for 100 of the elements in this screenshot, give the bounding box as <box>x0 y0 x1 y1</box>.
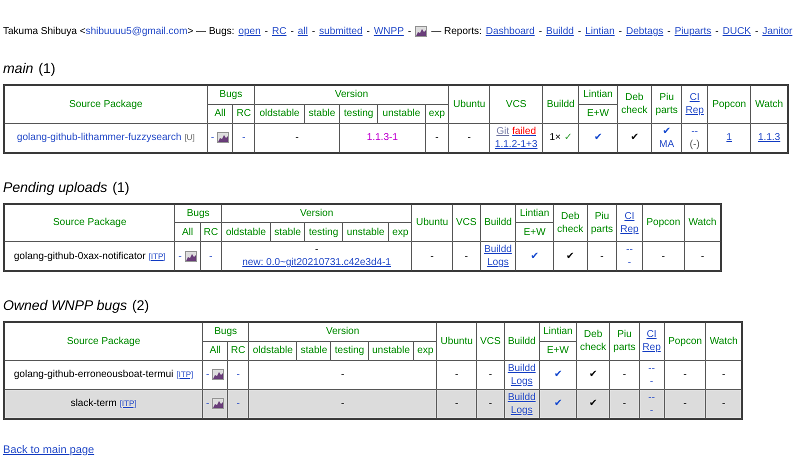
text: - <box>455 397 458 410</box>
check-mark: ✔ <box>566 250 574 262</box>
text: - <box>600 250 604 262</box>
section-count: (2) <box>132 297 150 314</box>
text: testing <box>344 107 374 120</box>
link[interactable]: DUCK <box>722 25 751 38</box>
text: testing <box>334 344 364 357</box>
link[interactable]: -- <box>626 243 633 256</box>
text: Popcon <box>646 216 680 230</box>
text: stable <box>308 107 336 120</box>
back-link[interactable]: Back to main page <box>3 444 94 456</box>
text: Popcon <box>712 98 746 111</box>
link[interactable]: Buildd <box>508 362 536 374</box>
text: exp <box>392 226 408 238</box>
link[interactable]: - <box>628 256 632 269</box>
link[interactable]: new: 0.0~git20210731.c42e3d4-1 <box>242 256 391 269</box>
link[interactable]: Rep <box>642 341 661 354</box>
text: - <box>722 368 726 381</box>
graph-icon[interactable] <box>415 26 428 37</box>
text: - <box>622 397 626 410</box>
link[interactable]: WNPP <box>374 25 404 38</box>
link[interactable]: submitted <box>319 25 363 38</box>
section-count: (1) <box>38 60 56 77</box>
text: Ubuntu <box>453 98 486 111</box>
text: Bugs <box>214 325 238 338</box>
link[interactable]: Lintian <box>585 25 615 38</box>
text: 1× <box>550 131 561 144</box>
text: parts <box>590 222 614 236</box>
link[interactable]: all <box>298 25 308 38</box>
link[interactable]: Logs <box>487 256 509 269</box>
text: Source Package <box>66 334 140 348</box>
link[interactable]: Buildd <box>508 390 536 404</box>
text: All <box>210 344 221 357</box>
link[interactable]: - <box>209 250 213 262</box>
text: E+W <box>524 226 546 238</box>
text: Version <box>300 206 334 220</box>
link[interactable]: Piuparts <box>674 25 712 38</box>
text: Buildd <box>546 98 575 111</box>
link[interactable]: open <box>238 25 261 38</box>
tag-link[interactable]: [ITP] <box>148 250 166 262</box>
text: Lintian <box>583 88 613 102</box>
tag-link[interactable]: [ITP] <box>120 397 137 410</box>
link[interactable]: Dashboard <box>486 25 535 38</box>
check-mark: ✔ <box>594 131 602 144</box>
text: - <box>464 250 468 262</box>
text: - <box>312 25 316 38</box>
link[interactable]: - <box>650 374 654 388</box>
status-text: MA <box>659 138 674 150</box>
text: - <box>683 397 687 410</box>
link[interactable]: 1.1.2-1+3 <box>494 138 538 150</box>
text: oldstable <box>259 107 300 120</box>
section-title: main <box>3 60 34 77</box>
link[interactable]: Janitor <box>762 25 792 38</box>
link[interactable]: RC <box>272 25 286 38</box>
text: > — Bugs: <box>187 25 234 38</box>
link[interactable]: CI <box>624 210 634 223</box>
text: stable <box>274 226 301 238</box>
check-mark: ✔ <box>530 250 539 262</box>
text: golang-github-0xax-notificator <box>14 250 146 262</box>
text: - <box>430 250 434 262</box>
text: VCS <box>480 334 501 348</box>
link[interactable]: Buildd <box>546 25 574 38</box>
link[interactable]: 1 <box>726 131 732 144</box>
text: - <box>618 25 622 38</box>
link[interactable]: Rep <box>620 222 639 236</box>
link[interactable]: -- <box>691 124 698 138</box>
link[interactable]: - <box>206 397 210 410</box>
link[interactable]: Debtags <box>626 25 664 38</box>
link[interactable]: -- <box>648 390 655 404</box>
link[interactable]: - <box>178 250 182 262</box>
text: check <box>580 341 606 354</box>
tag-link[interactable]: [ITP] <box>176 368 194 381</box>
link[interactable]: Rep <box>685 104 704 118</box>
graph-icon[interactable] <box>217 132 230 143</box>
text: Bugs <box>186 206 210 220</box>
link[interactable]: Logs <box>510 374 533 388</box>
link[interactable]: CI <box>690 91 700 104</box>
text: Watch <box>755 98 784 111</box>
link[interactable]: - <box>236 397 240 410</box>
text: RC <box>230 344 246 357</box>
graph-icon[interactable] <box>184 250 197 262</box>
link[interactable]: -- <box>648 362 655 374</box>
status-text: (-) <box>690 138 700 150</box>
link[interactable]: Logs <box>510 404 533 416</box>
link[interactable]: - <box>210 131 214 144</box>
link[interactable]: - <box>206 368 210 381</box>
text: Version <box>326 325 360 338</box>
link[interactable]: CI <box>646 328 657 342</box>
link[interactable]: shibuuuu5@gmail.com <box>86 25 188 38</box>
link[interactable]: - <box>236 368 240 381</box>
status-link[interactable]: failed <box>512 124 536 138</box>
text: - <box>578 25 582 38</box>
graph-icon[interactable] <box>212 398 224 409</box>
link[interactable]: - <box>242 131 246 144</box>
link[interactable]: golang-github-lithammer-fuzzysearch <box>16 131 182 144</box>
link[interactable]: Buildd <box>484 243 512 256</box>
graph-icon[interactable] <box>212 369 224 380</box>
vcs-link[interactable]: Git <box>496 124 510 138</box>
text: All <box>214 107 226 120</box>
link[interactable]: - <box>650 404 654 416</box>
